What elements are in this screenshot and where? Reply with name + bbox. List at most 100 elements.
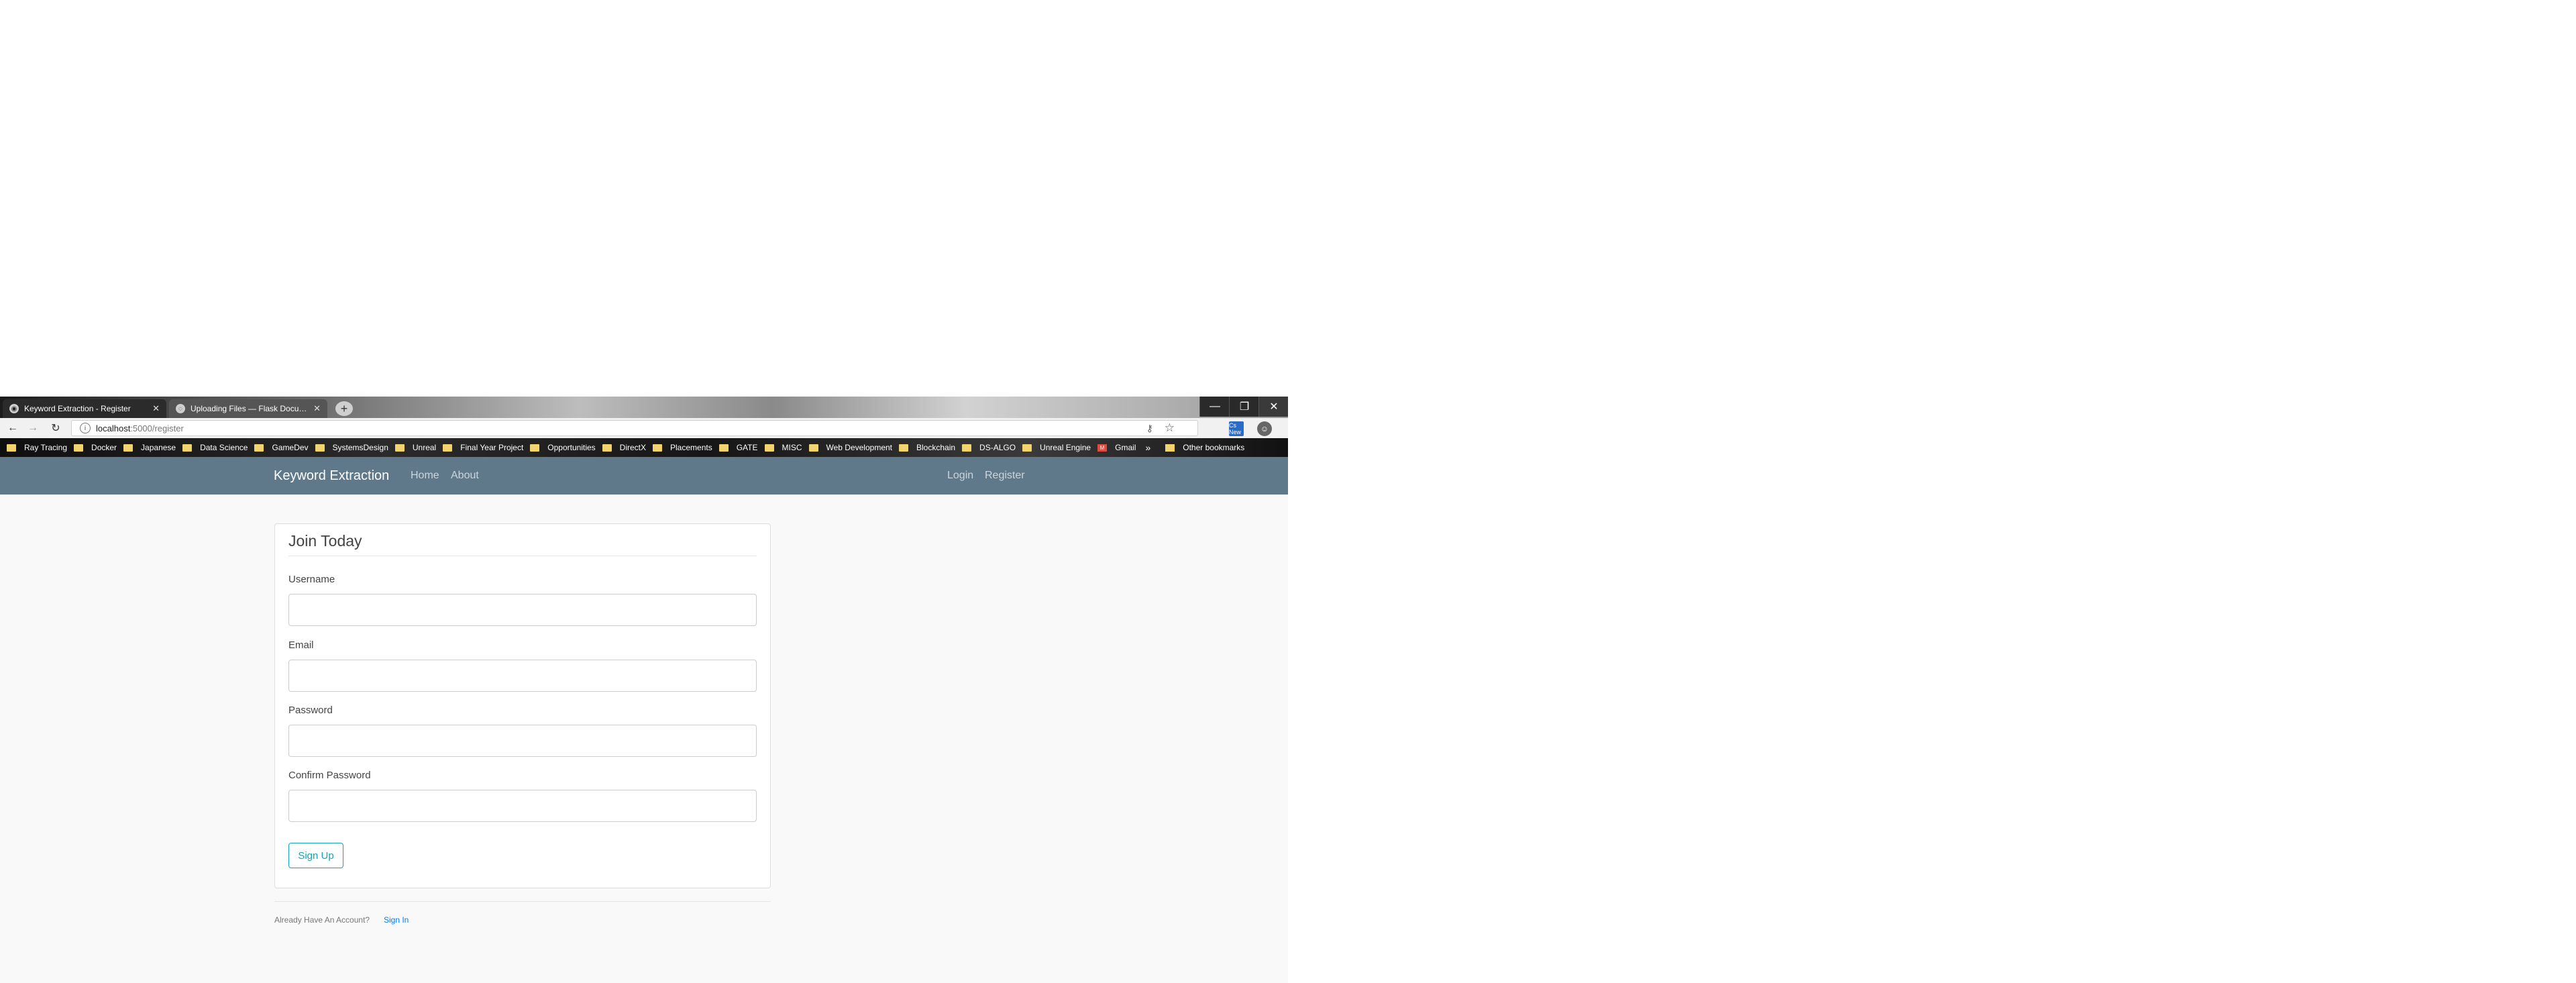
address-bar[interactable]: i localhost:5000/register ⚷ ☆: [71, 420, 1198, 436]
bookmark-folder[interactable]: Data Science: [182, 443, 248, 452]
chrome-page-icon: ◉: [9, 404, 19, 413]
close-window-button[interactable]: ✕: [1258, 397, 1288, 417]
tab-flask-docs[interactable]: ◌ Uploading Files — Flask Docum... ✕: [169, 399, 327, 418]
folder-icon: [254, 444, 264, 452]
folder-icon: [530, 444, 540, 452]
other-bookmarks-folder[interactable]: Other bookmarks: [1165, 443, 1244, 452]
site-navbar: Keyword Extraction Home About Login Regi…: [0, 457, 1288, 495]
bookmark-folder[interactable]: GATE: [718, 443, 758, 452]
bookmark-label: Other bookmarks: [1183, 443, 1245, 452]
bookmark-label: Final Year Project: [460, 443, 524, 452]
bookmark-folder[interactable]: Ray Tracing: [7, 443, 67, 452]
folder-icon: [74, 444, 84, 452]
tab-strip: ◉ Keyword Extraction - Register ✕ ◌ Uplo…: [0, 397, 1288, 418]
folder-icon: [443, 444, 453, 452]
bookmark-label: Placements: [670, 443, 712, 452]
bookmark-folder[interactable]: DirectX: [602, 443, 646, 452]
bookmark-label: Web Development: [826, 443, 893, 452]
bookmark-folder[interactable]: Final Year Project: [443, 443, 523, 452]
bookmark-folder[interactable]: GameDev: [254, 443, 309, 452]
restore-button[interactable]: ❐: [1229, 397, 1259, 417]
confirm-password-input[interactable]: [288, 790, 757, 822]
url-host: localhost: [96, 423, 131, 433]
folder-icon: [602, 444, 612, 452]
tab-title: Uploading Files — Flask Docum...: [191, 404, 310, 413]
address-bar-row: ← → ↻ i localhost:5000/register ⚷ ☆ Cs N…: [0, 418, 1288, 438]
tab-title: Keyword Extraction - Register: [24, 404, 131, 413]
folder-icon: [899, 444, 908, 452]
bookmark-label: Japanese: [141, 443, 176, 452]
back-arrow-icon[interactable]: ←: [5, 421, 20, 435]
loading-icon: ◌: [176, 404, 185, 413]
username-label: Username: [288, 574, 335, 585]
bookmark-label: DirectX: [619, 443, 647, 452]
bookmark-label: Docker: [91, 443, 117, 452]
forward-arrow-icon[interactable]: →: [25, 421, 40, 435]
browser-window: ◉ Keyword Extraction - Register ✕ ◌ Uplo…: [0, 397, 1288, 983]
email-input[interactable]: [288, 660, 757, 692]
navbar-brand[interactable]: Keyword Extraction: [274, 468, 389, 484]
bookmark-folder[interactable]: DS-ALGO: [962, 443, 1016, 452]
bookmark-star-icon[interactable]: ☆: [1165, 421, 1175, 435]
username-input[interactable]: [288, 594, 757, 626]
bookmark-folder[interactable]: SystemsDesign: [315, 443, 388, 452]
bookmark-folder[interactable]: Japanese: [123, 443, 176, 452]
bookmark-label: DS-ALGO: [979, 443, 1016, 452]
bookmark-folder[interactable]: Web Development: [808, 443, 893, 452]
more-bookmarks-button[interactable]: »: [1145, 442, 1150, 453]
folder-icon: [653, 444, 663, 452]
profile-avatar[interactable]: ☺: [1257, 421, 1272, 436]
already-have-account-text: Already Have An Account?: [274, 915, 370, 925]
bookmark-folder[interactable]: Blockchain: [899, 443, 955, 452]
bookmark-label: GameDev: [272, 443, 309, 452]
register-form-card: Join Today Username Email Password Confi…: [274, 523, 771, 888]
bookmark-label: MISC: [782, 443, 802, 452]
info-icon[interactable]: i: [80, 423, 91, 433]
close-tab-icon[interactable]: ✕: [152, 403, 160, 414]
nav-link-register[interactable]: Register: [985, 470, 1025, 482]
nav-link-home[interactable]: Home: [411, 470, 439, 482]
reload-icon[interactable]: ↻: [48, 421, 63, 435]
bookmark-label: Unreal Engine: [1040, 443, 1091, 452]
bookmark-label: GATE: [736, 443, 758, 452]
bookmark-folder[interactable]: Unreal Engine: [1022, 443, 1091, 452]
sign-up-button[interactable]: Sign Up: [288, 843, 343, 868]
folder-icon: [394, 444, 405, 452]
bookmark-label: Ray Tracing: [24, 443, 68, 452]
bookmark-label: Gmail: [1115, 443, 1136, 452]
password-label: Password: [288, 705, 333, 716]
confirm-password-label: Confirm Password: [288, 770, 371, 781]
divider: [274, 901, 771, 902]
sign-in-link[interactable]: Sign In: [384, 915, 409, 925]
bookmarks-bar: Ray Tracing Docker Japanese Data Science…: [0, 438, 1288, 457]
bookmark-folder[interactable]: Placements: [653, 443, 712, 452]
nav-link-login[interactable]: Login: [947, 470, 973, 482]
minimize-button[interactable]: —: [1199, 397, 1230, 417]
bookmark-label: Blockchain: [916, 443, 956, 452]
bookmark-gmail[interactable]: M Gmail: [1097, 443, 1136, 452]
folder-icon: [718, 444, 729, 452]
gmail-icon: M: [1097, 444, 1108, 452]
folder-icon: [315, 444, 325, 452]
url-path: :5000/register: [130, 423, 184, 433]
new-tab-button[interactable]: +: [335, 401, 353, 416]
folder-icon: [808, 444, 818, 452]
email-label: Email: [288, 639, 314, 651]
bookmark-folder[interactable]: Docker: [74, 443, 117, 452]
folder-icon: [182, 444, 193, 452]
key-icon[interactable]: ⚷: [1146, 423, 1153, 434]
form-legend: Join Today: [288, 532, 757, 556]
bookmark-folder[interactable]: Unreal: [394, 443, 437, 452]
folder-icon: [764, 444, 774, 452]
password-input[interactable]: [288, 725, 757, 757]
extension-icon[interactable]: Cs New: [1229, 421, 1244, 436]
bookmark-label: Opportunities: [547, 443, 596, 452]
tab-keyword-extraction[interactable]: ◉ Keyword Extraction - Register ✕: [3, 399, 166, 418]
nav-link-about[interactable]: About: [451, 470, 479, 482]
folder-icon: [123, 444, 133, 452]
bookmark-folder[interactable]: Opportunities: [530, 443, 596, 452]
folder-icon: [1022, 444, 1032, 452]
close-tab-icon[interactable]: ✕: [313, 403, 321, 414]
bookmark-folder[interactable]: MISC: [764, 443, 802, 452]
bookmark-label: Unreal: [412, 443, 437, 452]
